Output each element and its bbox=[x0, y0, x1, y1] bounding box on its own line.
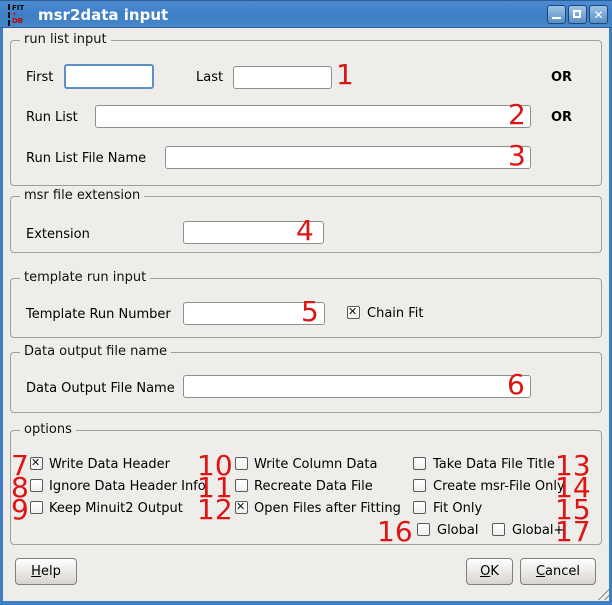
annotation-3: 3 bbox=[508, 145, 526, 167]
annotation-6: 6 bbox=[507, 374, 525, 396]
global-plus-checkbox[interactable] bbox=[492, 523, 505, 536]
window-border-left bbox=[0, 28, 3, 605]
create-msr-file-only-checkbox[interactable] bbox=[413, 479, 426, 492]
global-checkbox[interactable] bbox=[417, 523, 430, 536]
maximize-button[interactable] bbox=[568, 5, 587, 24]
run-list-file-name-label: Run List File Name bbox=[26, 151, 146, 166]
annotation-2: 2 bbox=[508, 104, 526, 126]
create-msr-file-only-label: Create msr-File Only bbox=[433, 479, 565, 494]
fit-only-checkbox[interactable] bbox=[413, 501, 426, 514]
app-icon-db-text: DB bbox=[12, 18, 34, 25]
open-files-after-fitting-label: Open Files after Fitting bbox=[254, 501, 401, 516]
minimize-icon bbox=[552, 17, 561, 19]
write-column-data-label: Write Column Data bbox=[254, 457, 377, 472]
global-label: Global bbox=[437, 523, 478, 538]
resize-grip-icon[interactable] bbox=[595, 586, 609, 600]
annotation-12: 12 bbox=[197, 499, 233, 521]
ok-button[interactable]: OK bbox=[466, 558, 513, 585]
group-title-data-output-file-name: Data output file name bbox=[20, 345, 171, 359]
group-title-template-run-input: template run input bbox=[20, 271, 150, 285]
run-list-input[interactable] bbox=[95, 105, 531, 128]
run-list-file-name-input[interactable] bbox=[165, 146, 531, 169]
cancel-button[interactable]: Cancel bbox=[520, 558, 596, 585]
maximize-icon bbox=[573, 10, 581, 18]
ok-button-accel: O bbox=[480, 564, 490, 579]
close-icon: ✕ bbox=[590, 7, 607, 23]
chain-fit-checkbox[interactable]: ✕ bbox=[347, 306, 360, 319]
group-title-options: options bbox=[20, 423, 76, 437]
app-icon: FIT + DB bbox=[8, 4, 34, 26]
keep-minuit2-output-checkbox[interactable] bbox=[30, 501, 43, 514]
recreate-data-file-checkbox[interactable] bbox=[235, 479, 248, 492]
extension-label: Extension bbox=[26, 227, 90, 242]
close-button[interactable]: ✕ bbox=[589, 5, 608, 24]
run-list-label: Run List bbox=[26, 110, 78, 125]
template-run-number-label: Template Run Number bbox=[26, 307, 171, 322]
window-title: msr2data input bbox=[38, 1, 168, 29]
check-mark-icon: ✕ bbox=[31, 456, 42, 469]
or-label-first: OR bbox=[551, 70, 572, 85]
group-title-run-list-input: run list input bbox=[20, 33, 111, 47]
or-label-second: OR bbox=[551, 110, 572, 125]
open-files-after-fitting-checkbox[interactable]: ✕ bbox=[235, 501, 248, 514]
titlebar[interactable]: FIT + DB msr2data input ✕ bbox=[0, 0, 612, 28]
check-mark-icon: ✕ bbox=[348, 305, 359, 318]
help-button[interactable]: Help bbox=[15, 558, 77, 585]
msr2data-dialog: FIT + DB msr2data input ✕ run list input… bbox=[0, 0, 612, 605]
first-input[interactable] bbox=[64, 64, 154, 89]
annotation-16: 16 bbox=[377, 521, 413, 543]
annotation-1: 1 bbox=[336, 64, 354, 86]
check-mark-icon: ✕ bbox=[236, 500, 247, 513]
chain-fit-label: Chain Fit bbox=[367, 306, 424, 321]
ok-button-rest: K bbox=[490, 564, 499, 579]
data-output-file-name-label: Data Output File Name bbox=[26, 381, 175, 396]
last-label: Last bbox=[196, 70, 223, 85]
group-title-msr-file-extension: msr file extension bbox=[20, 189, 144, 203]
keep-minuit2-output-label: Keep Minuit2 Output bbox=[49, 501, 183, 516]
fit-only-label: Fit Only bbox=[433, 501, 482, 516]
write-column-data-checkbox[interactable] bbox=[235, 457, 248, 470]
cancel-button-rest: ancel bbox=[545, 564, 580, 579]
write-data-header-label: Write Data Header bbox=[49, 457, 170, 472]
window-border-bottom bbox=[0, 601, 612, 605]
write-data-header-checkbox[interactable]: ✕ bbox=[30, 457, 43, 470]
ignore-data-header-info-checkbox[interactable] bbox=[30, 479, 43, 492]
cancel-button-accel: C bbox=[536, 564, 545, 579]
data-output-file-name-input[interactable] bbox=[183, 375, 531, 398]
help-button-accel: H bbox=[31, 564, 41, 579]
take-data-file-title-checkbox[interactable] bbox=[413, 457, 426, 470]
minimize-button[interactable] bbox=[547, 5, 566, 24]
ignore-data-header-info-label: Ignore Data Header Info bbox=[49, 479, 206, 494]
annotation-17: 17 bbox=[555, 521, 591, 543]
annotation-9: 9 bbox=[11, 499, 29, 521]
annotation-5: 5 bbox=[301, 301, 319, 323]
first-label: First bbox=[26, 70, 53, 85]
annotation-4: 4 bbox=[296, 220, 314, 242]
help-button-rest: elp bbox=[41, 564, 61, 579]
window-controls: ✕ bbox=[547, 5, 608, 24]
take-data-file-title-label: Take Data File Title bbox=[433, 457, 555, 472]
last-input[interactable] bbox=[233, 66, 332, 89]
recreate-data-file-label: Recreate Data File bbox=[254, 479, 373, 494]
